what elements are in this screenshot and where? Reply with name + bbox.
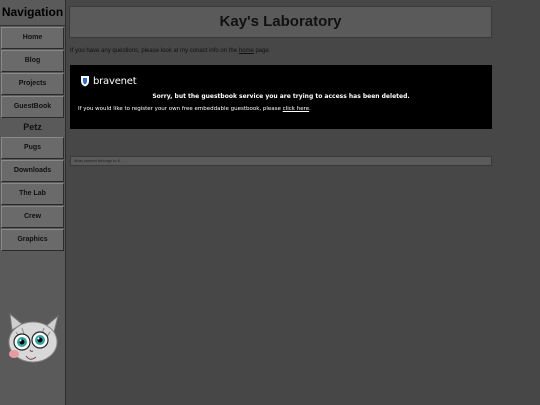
nav-home-button[interactable]: Home xyxy=(1,27,64,49)
nav-downloads-button[interactable]: Downloads xyxy=(1,160,64,182)
nav-crew-button[interactable]: Crew xyxy=(1,206,64,228)
contact-text-after: page. xyxy=(253,48,271,54)
nav-section-petz: Petz xyxy=(23,122,42,132)
nav-blog-button[interactable]: Blog xyxy=(1,50,64,72)
guestbook-error-message: Sorry, but the guestbook service you are… xyxy=(152,93,410,100)
sidebar-nav: Navigation Home Blog Projects GuestBook … xyxy=(0,0,66,405)
footer-bar: Most content belongs to K. xyxy=(70,156,492,166)
nav-pugs-button[interactable]: Pugs xyxy=(1,137,64,159)
click-here-link[interactable]: click here xyxy=(283,106,309,112)
bravenet-brand-text: bravenet xyxy=(93,75,137,87)
nav-graphics-button[interactable]: Graphics xyxy=(1,229,64,251)
register-text: If you would like to register your own f… xyxy=(78,106,283,112)
nav-title: Navigation xyxy=(0,0,65,26)
nav-guestbook-button[interactable]: GuestBook xyxy=(1,96,64,118)
cat-mascot-image xyxy=(8,312,59,363)
guestbook-register-text: If you would like to register your own f… xyxy=(78,106,311,112)
bravenet-logo: bravenet xyxy=(80,75,137,87)
register-end: . xyxy=(309,106,311,112)
bravenet-shield-icon xyxy=(81,76,89,87)
home-link[interactable]: home xyxy=(239,48,254,54)
nav-projects-button[interactable]: Projects xyxy=(1,73,64,95)
guestbook-panel: bravenet Sorry, but the guestbook servic… xyxy=(70,65,492,129)
contact-text: If you have any questions, please look a… xyxy=(70,48,270,54)
page-title: Kay's Laboratory xyxy=(69,6,492,38)
nav-the-lab-button[interactable]: The Lab xyxy=(1,183,64,205)
footer-text: Most content belongs to K. xyxy=(74,158,122,163)
contact-text-before: If you have any questions, please look a… xyxy=(70,48,239,54)
